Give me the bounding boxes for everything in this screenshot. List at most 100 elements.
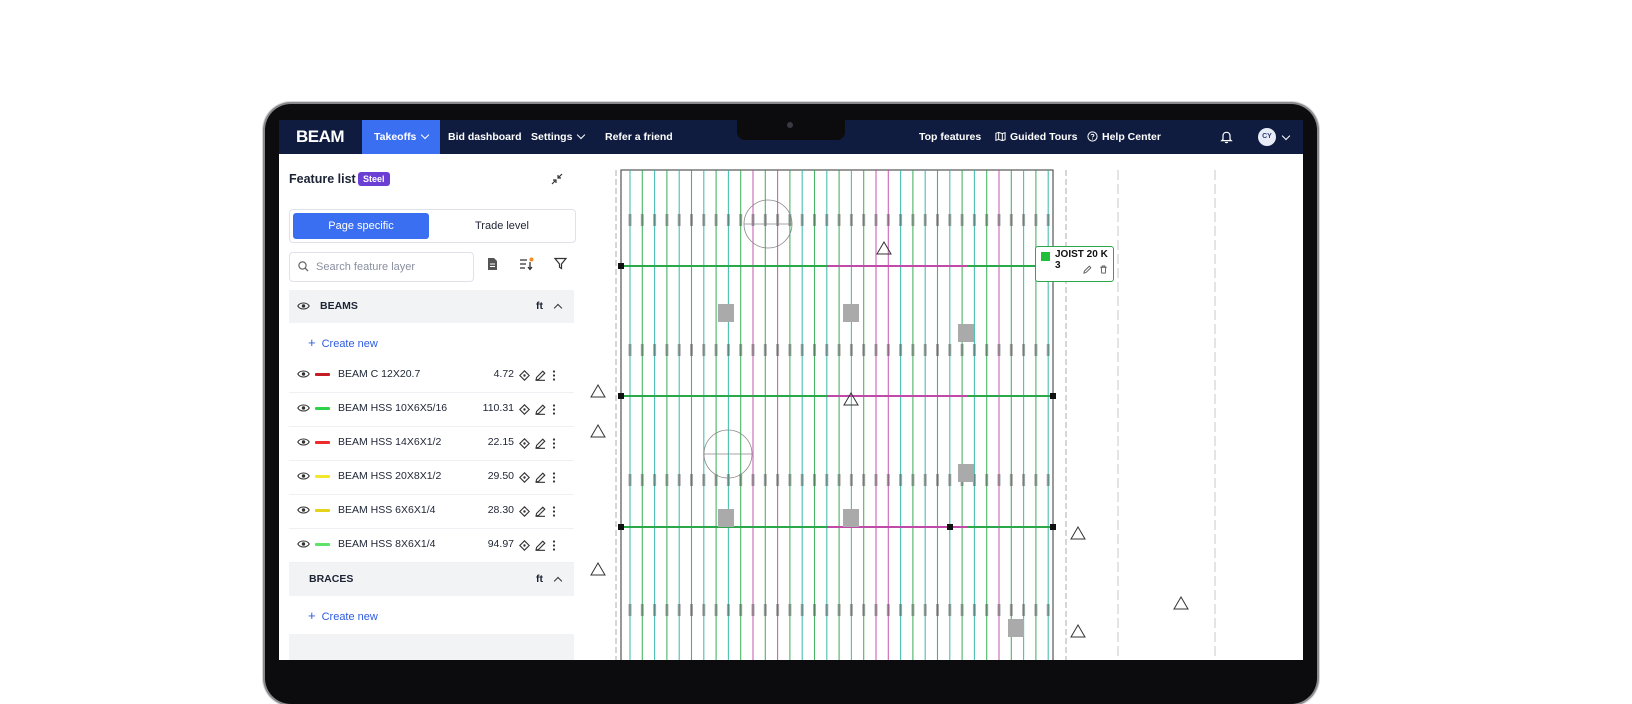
diamond-target-icon[interactable]	[519, 472, 530, 483]
section-marker	[1070, 624, 1086, 638]
create-new-label: Create new	[321, 611, 378, 623]
joist-label	[960, 604, 964, 616]
document-icon[interactable]	[487, 257, 498, 271]
tab-page-specific[interactable]: Page specific	[293, 213, 429, 239]
nav-top-features[interactable]: Top features	[919, 120, 981, 154]
section-marker	[590, 384, 606, 398]
edit-icon[interactable]	[535, 438, 546, 449]
more-vertical-icon[interactable]	[552, 438, 556, 449]
bell-icon[interactable]	[1220, 130, 1233, 144]
beam-layer-row[interactable]: BEAM HSS 6X6X1/4 28.30	[289, 494, 574, 529]
edit-icon[interactable]	[535, 404, 546, 415]
joist-label	[923, 604, 927, 616]
beam-layer-row[interactable]: BEAM HSS 20X8X1/2 29.50	[289, 460, 574, 495]
sort-icon[interactable]	[519, 257, 535, 271]
diamond-target-icon[interactable]	[519, 540, 530, 551]
more-vertical-icon[interactable]	[552, 370, 556, 381]
group-beams-unit: ft	[536, 300, 543, 312]
diamond-target-icon[interactable]	[519, 506, 530, 517]
more-vertical-icon[interactable]	[552, 404, 556, 415]
section-marker	[1173, 596, 1189, 610]
joist-label	[640, 214, 644, 226]
eye-icon[interactable]	[297, 403, 310, 413]
joist-label	[714, 604, 718, 616]
joist-label	[936, 474, 939, 486]
eye-icon[interactable]	[297, 301, 310, 311]
filter-icon[interactable]	[554, 257, 567, 270]
nav-help-center[interactable]: Help Center	[1087, 120, 1161, 154]
edit-icon[interactable]	[535, 506, 546, 517]
joist-label	[677, 604, 681, 616]
eye-icon[interactable]	[297, 539, 310, 549]
chevron-up-icon[interactable]	[553, 576, 563, 586]
more-vertical-icon[interactable]	[552, 506, 556, 517]
joist-label	[849, 474, 853, 486]
joist-label	[899, 214, 903, 226]
collapse-icon[interactable]	[551, 173, 563, 185]
joist-label	[640, 344, 644, 356]
joist-label	[763, 604, 767, 616]
avatar[interactable]: CY	[1258, 128, 1276, 146]
beam-layer-row[interactable]: BEAM HSS 14X6X1/2 22.15	[289, 426, 574, 461]
joist-label	[837, 474, 841, 486]
beam-logo[interactable]: BEAM	[296, 127, 345, 147]
joist-label	[972, 604, 976, 616]
selected-layer-tag[interactable]: JOIST 20 K 3	[1035, 246, 1114, 282]
chevron-down-icon[interactable]	[1281, 131, 1291, 141]
nav-takeoffs[interactable]: Takeoffs	[362, 120, 441, 154]
create-new-beam-button[interactable]: + Create new	[308, 335, 378, 350]
joist-label	[702, 604, 706, 616]
eye-icon[interactable]	[297, 471, 310, 481]
joist-label	[862, 344, 866, 356]
eye-icon[interactable]	[297, 369, 310, 379]
column-marker	[618, 263, 624, 269]
edit-icon[interactable]	[1083, 265, 1092, 274]
chevron-up-icon[interactable]	[553, 303, 563, 313]
group-braces-header[interactable]: BRACES ft	[289, 563, 574, 596]
nav-settings[interactable]: Settings	[531, 120, 586, 154]
group-beams-header[interactable]: BEAMS ft	[289, 290, 574, 323]
edit-icon[interactable]	[535, 370, 546, 381]
row-actions	[519, 470, 556, 488]
delete-icon[interactable]	[1099, 265, 1108, 274]
joist-label	[948, 344, 952, 356]
search-input[interactable]	[314, 257, 468, 277]
nav-guided-tours[interactable]: Guided Tours	[995, 120, 1077, 154]
joist-label	[825, 474, 829, 486]
diamond-target-icon[interactable]	[519, 438, 530, 449]
diamond-target-icon[interactable]	[519, 370, 530, 381]
more-vertical-icon[interactable]	[552, 472, 556, 483]
nav-refer-friend[interactable]: Refer a friend	[605, 120, 673, 154]
joist-label	[1046, 214, 1050, 226]
eye-icon[interactable]	[297, 437, 310, 447]
joist-label	[628, 344, 632, 356]
edit-icon[interactable]	[535, 540, 546, 551]
joist-label	[653, 474, 657, 486]
create-new-brace-button[interactable]: + Create new	[308, 608, 378, 623]
beam-layer-row[interactable]: BEAM C 12X20.7 4.72	[289, 358, 574, 393]
joist-label	[800, 604, 804, 616]
tab-trade-level[interactable]: Trade level	[434, 213, 570, 239]
layer-length: 110.31	[482, 402, 514, 414]
row-actions	[519, 504, 556, 522]
layer-color-swatch	[315, 509, 330, 512]
joist-label	[763, 344, 767, 356]
diamond-target-icon[interactable]	[519, 404, 530, 415]
plus-icon: +	[308, 335, 316, 350]
joist-label	[788, 344, 792, 356]
beam-layer-row[interactable]: BEAM HSS 10X6X5/16 110.31	[289, 392, 574, 427]
group-braces-unit: ft	[536, 573, 543, 585]
structural-plan-drawing[interactable]	[578, 154, 1303, 660]
nav-bid-dashboard[interactable]: Bid dashboard	[448, 120, 522, 154]
joist-label	[825, 344, 829, 356]
column-marker	[618, 524, 624, 530]
section-tag	[718, 304, 734, 322]
joist-label	[1046, 474, 1050, 486]
drawing-canvas[interactable]	[578, 154, 1303, 660]
section-marker	[1070, 526, 1086, 540]
section-tag	[843, 509, 859, 527]
more-vertical-icon[interactable]	[552, 540, 556, 551]
eye-icon[interactable]	[297, 505, 310, 515]
beam-layer-row[interactable]: BEAM HSS 8X6X1/4 94.97	[289, 528, 574, 563]
edit-icon[interactable]	[535, 472, 546, 483]
